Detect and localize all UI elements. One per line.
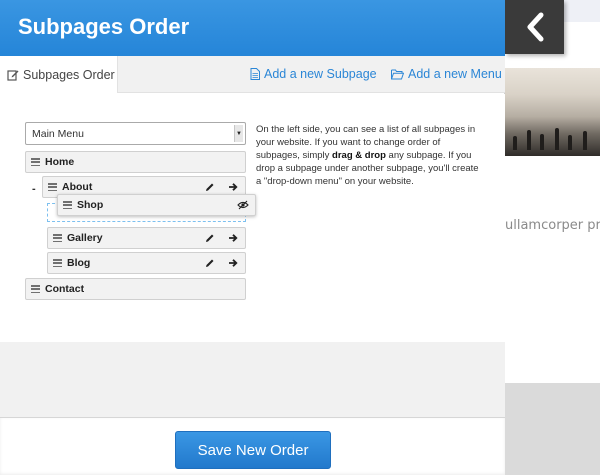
add-menu-link[interactable]: Add a new Menu xyxy=(391,67,502,81)
panel-gray-area xyxy=(0,342,505,417)
menu-select-value: Main Menu xyxy=(32,128,84,140)
document-icon xyxy=(250,68,260,80)
edit-icon xyxy=(7,69,19,81)
subpage-label: Contact xyxy=(45,283,85,295)
tab-subpages-order[interactable]: Subpages Order xyxy=(0,56,118,93)
subpage-label: Blog xyxy=(67,257,91,269)
help-text-bold: drag & drop xyxy=(332,150,386,161)
eye-slash-icon[interactable] xyxy=(236,198,250,212)
drag-handle-icon[interactable] xyxy=(31,158,40,167)
subpage-item-home[interactable]: Home xyxy=(25,151,246,173)
drag-handle-icon[interactable] xyxy=(53,234,62,243)
tab-subpages-order-label: Subpages Order xyxy=(23,67,115,82)
subpages-order-panel: Subpages Order Subpages Order Add a new … xyxy=(0,0,505,475)
subpage-label: Gallery xyxy=(67,232,103,244)
drag-handle-icon[interactable] xyxy=(31,285,40,294)
background-footer xyxy=(505,383,600,475)
chevron-left-icon xyxy=(527,12,543,42)
collapse-toggle[interactable]: - xyxy=(32,183,36,195)
arrow-right-icon[interactable] xyxy=(226,256,240,270)
pencil-icon[interactable] xyxy=(203,180,217,194)
subpage-item-contact[interactable]: Contact xyxy=(25,278,246,300)
add-menu-label: Add a new Menu xyxy=(408,67,502,81)
subpage-item-shop[interactable]: Shop xyxy=(57,194,256,216)
drag-handle-icon[interactable] xyxy=(53,259,62,268)
menu-select[interactable]: Main Menu ▼ xyxy=(25,122,246,145)
arrow-right-icon[interactable] xyxy=(226,231,240,245)
drag-handle-icon[interactable] xyxy=(63,201,72,210)
pencil-icon[interactable] xyxy=(203,231,217,245)
save-new-order-button[interactable]: Save New Order xyxy=(175,431,331,469)
drag-handle-icon[interactable] xyxy=(48,183,57,192)
subpage-item-gallery[interactable]: Gallery xyxy=(47,227,246,249)
background-text: ullamcorper prim xyxy=(505,218,600,233)
help-text: On the left side, you can see a list of … xyxy=(256,123,481,188)
subpage-label: Shop xyxy=(77,199,104,211)
page-title: Subpages Order xyxy=(18,14,190,39)
folder-icon xyxy=(391,69,404,79)
add-subpage-label: Add a new Subpage xyxy=(264,67,377,81)
pencil-icon[interactable] xyxy=(203,256,217,270)
background-website: ullamcorper prim xyxy=(505,0,600,475)
subpage-item-blog[interactable]: Blog xyxy=(47,252,246,274)
add-subpage-link[interactable]: Add a new Subpage xyxy=(250,67,377,81)
tab-bar: Subpages Order Add a new Subpage Add a n… xyxy=(0,56,505,93)
subpage-label: About xyxy=(62,181,93,193)
back-button[interactable] xyxy=(505,0,564,54)
subpage-label: Home xyxy=(45,156,75,168)
background-photo xyxy=(505,68,600,156)
arrow-right-icon[interactable] xyxy=(226,180,240,194)
panel-header: Subpages Order xyxy=(0,0,505,56)
chevron-down-icon: ▼ xyxy=(234,125,243,142)
